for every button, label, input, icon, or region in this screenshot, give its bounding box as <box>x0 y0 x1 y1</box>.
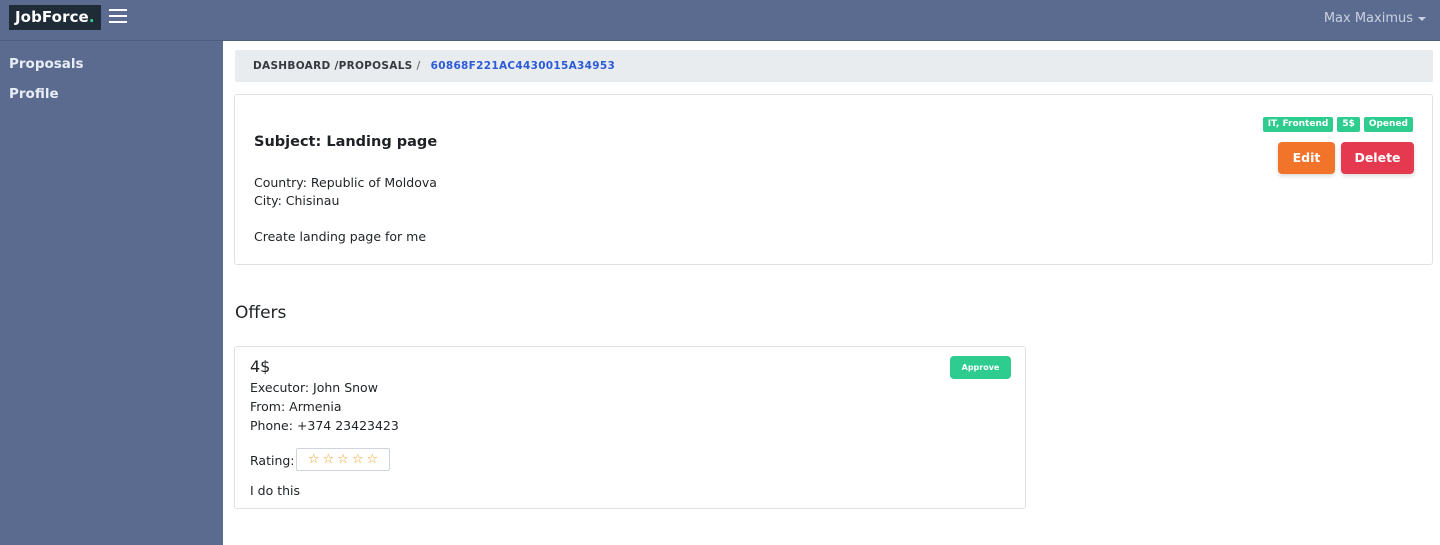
proposal-tags: IT, Frontend 5$ Opened <box>1262 117 1413 132</box>
offer-executor: Executor: John Snow <box>250 380 378 395</box>
delete-button[interactable]: Delete <box>1341 142 1414 174</box>
caret-down-icon <box>1418 16 1426 21</box>
offer-card: 4$ Executor: John Snow From: Armenia Pho… <box>234 346 1026 509</box>
breadcrumb: DASHBOARD /PROPOSALS / 60868F221AC443001… <box>235 50 1433 82</box>
star-5-icon[interactable]: ☆ <box>366 453 378 466</box>
category-badge: IT, Frontend <box>1262 117 1334 132</box>
offer-price: 4$ <box>250 357 271 376</box>
star-rating[interactable]: ☆ ☆ ☆ ☆ ☆ <box>296 448 390 471</box>
edit-button[interactable]: Edit <box>1278 142 1335 174</box>
star-4-icon[interactable]: ☆ <box>352 453 364 466</box>
rating-label: Rating: <box>250 453 295 468</box>
proposal-subject: Subject: Landing page <box>254 134 438 150</box>
logo-dot: . <box>88 8 95 26</box>
user-name: Max Maximus <box>1323 11 1413 26</box>
hamburger-menu-icon[interactable] <box>109 9 127 25</box>
user-dropdown[interactable]: Max Maximus <box>1324 11 1426 26</box>
star-3-icon[interactable]: ☆ <box>337 453 349 466</box>
sidebar: Proposals Profile <box>0 41 223 545</box>
logo-text: JobForce <box>15 8 89 26</box>
approve-button[interactable]: Approve <box>950 356 1011 379</box>
proposal-description: Create landing page for me <box>254 229 427 244</box>
breadcrumb-proposals[interactable]: /PROPOSALS <box>334 60 412 72</box>
budget-badge: 5$ <box>1337 117 1360 132</box>
proposal-city: City: Chisinau <box>254 193 340 208</box>
offer-phone: Phone: +374 23423423 <box>250 418 399 433</box>
status-badge: Opened <box>1363 117 1413 132</box>
proposal-country: Country: Republic of Moldova <box>254 175 437 190</box>
breadcrumb-current-id: 60868F221AC4430015A34953 <box>430 60 616 72</box>
proposal-card: Subject: Landing page Country: Republic … <box>234 94 1433 265</box>
offer-description: I do this <box>250 483 301 498</box>
sidebar-item-profile[interactable]: Profile <box>0 76 223 106</box>
breadcrumb-dashboard[interactable]: DASHBOARD <box>253 60 330 72</box>
sidebar-item-proposals[interactable]: Proposals <box>0 46 223 76</box>
top-navbar: JobForce. Max Maximus <box>0 0 1440 41</box>
star-2-icon[interactable]: ☆ <box>323 453 335 466</box>
offer-from: From: Armenia <box>250 399 342 414</box>
offers-heading: Offers <box>235 303 287 323</box>
breadcrumb-separator: / <box>416 60 421 72</box>
star-1-icon[interactable]: ☆ <box>308 453 320 466</box>
brand-logo[interactable]: JobForce. <box>9 5 101 30</box>
